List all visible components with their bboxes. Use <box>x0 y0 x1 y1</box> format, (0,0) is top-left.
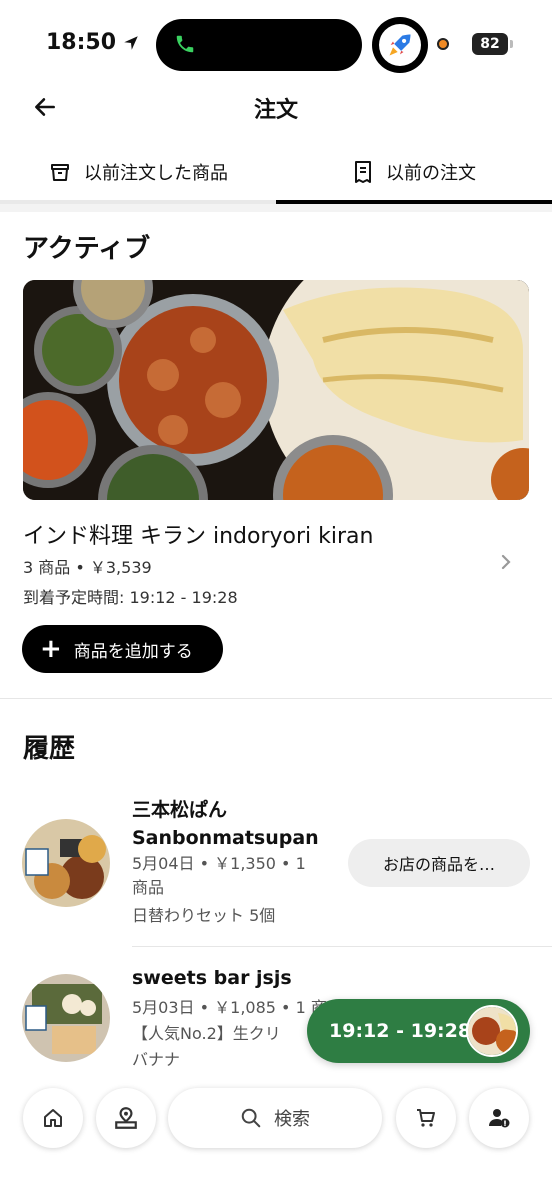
plus-icon: + <box>40 634 62 664</box>
active-shop-name[interactable]: インド料理 キラン indoryori kiran <box>23 518 373 550</box>
privacy-indicator-dot <box>437 38 449 50</box>
order-eta: 到着予定時間: 19:12 - 19:28 <box>23 588 238 607</box>
search-icon <box>241 1108 261 1128</box>
add-items-button[interactable]: + 商品を追加する <box>22 625 223 673</box>
order-summary: 3 商品 • ￥3,539 <box>23 558 152 577</box>
location-arrow-icon <box>124 35 138 50</box>
row-divider <box>132 946 552 947</box>
shop-avatar-sanbonmatsupan[interactable] <box>22 819 110 907</box>
section-divider <box>0 698 552 699</box>
eta-pill-label: 19:12 - 19:28 <box>329 1020 472 1042</box>
add-items-label: 商品を追加する <box>73 641 193 662</box>
history-shop-name[interactable]: 三本松ぱん <box>132 796 227 824</box>
receipt-icon <box>355 161 371 183</box>
section-divider <box>0 204 552 212</box>
nav-search-button[interactable]: 検索 <box>168 1088 382 1148</box>
history-order-meta-cont: 商品 <box>132 878 165 897</box>
nav-cart-button[interactable] <box>396 1088 456 1148</box>
cart-icon <box>417 1109 435 1127</box>
food-illustration <box>23 280 529 500</box>
account-icon <box>489 1109 510 1128</box>
battery-indicator: 82 <box>472 33 513 55</box>
tab-label: 以前注文した商品 <box>84 163 228 184</box>
tab-previous-orders[interactable]: 以前の注文 <box>276 140 552 204</box>
nav-pickup-button[interactable] <box>96 1088 156 1148</box>
eta-tracking-pill[interactable]: 19:12 - 19:28 <box>307 999 530 1063</box>
nav-home-button[interactable] <box>23 1088 83 1148</box>
eta-order-thumbnail <box>466 1005 518 1057</box>
pickup-icon <box>115 1107 137 1129</box>
page-title: 注文 <box>253 98 298 123</box>
tab-label: 以前の注文 <box>386 163 476 184</box>
status-time: 18:50 <box>46 30 140 55</box>
rocket-icon <box>389 34 411 56</box>
history-shop-name-romaji[interactable]: Sanbonmatsupan <box>132 824 319 852</box>
chevron-right-icon[interactable] <box>500 552 512 576</box>
home-icon <box>44 1109 62 1127</box>
history-order-meta: 5月04日 • ￥1,350 • 1 <box>132 854 306 873</box>
tab-previous-items[interactable]: 以前注文した商品 <box>0 140 276 204</box>
battery-level: 82 <box>480 36 500 52</box>
active-section-title: アクティブ <box>23 234 151 264</box>
status-bar: 18:50 82 <box>0 0 552 90</box>
order-tabs: 以前注文した商品 以前の注文 <box>0 140 552 204</box>
history-shop-name[interactable]: sweets bar jsjs <box>132 964 292 992</box>
history-section-title: 履歴 <box>23 734 76 764</box>
history-order-items-cont: バナナ <box>132 1050 181 1069</box>
time-text: 18:50 <box>46 30 117 55</box>
history-order-items: 【人気No.2】生クリ <box>132 1024 281 1043</box>
app-activity-badge <box>372 17 428 73</box>
nav-account-button[interactable] <box>469 1088 529 1148</box>
shop-avatar-sweets-bar[interactable] <box>22 974 110 1062</box>
bag-icon <box>51 164 69 181</box>
restaurant-hero-image[interactable] <box>23 280 529 500</box>
phone-call-icon <box>176 35 194 53</box>
search-label: 検索 <box>274 1109 310 1130</box>
store-items-button[interactable]: お店の商品を… <box>348 839 530 887</box>
history-order-items: 日替わりセット 5個 <box>132 906 276 925</box>
